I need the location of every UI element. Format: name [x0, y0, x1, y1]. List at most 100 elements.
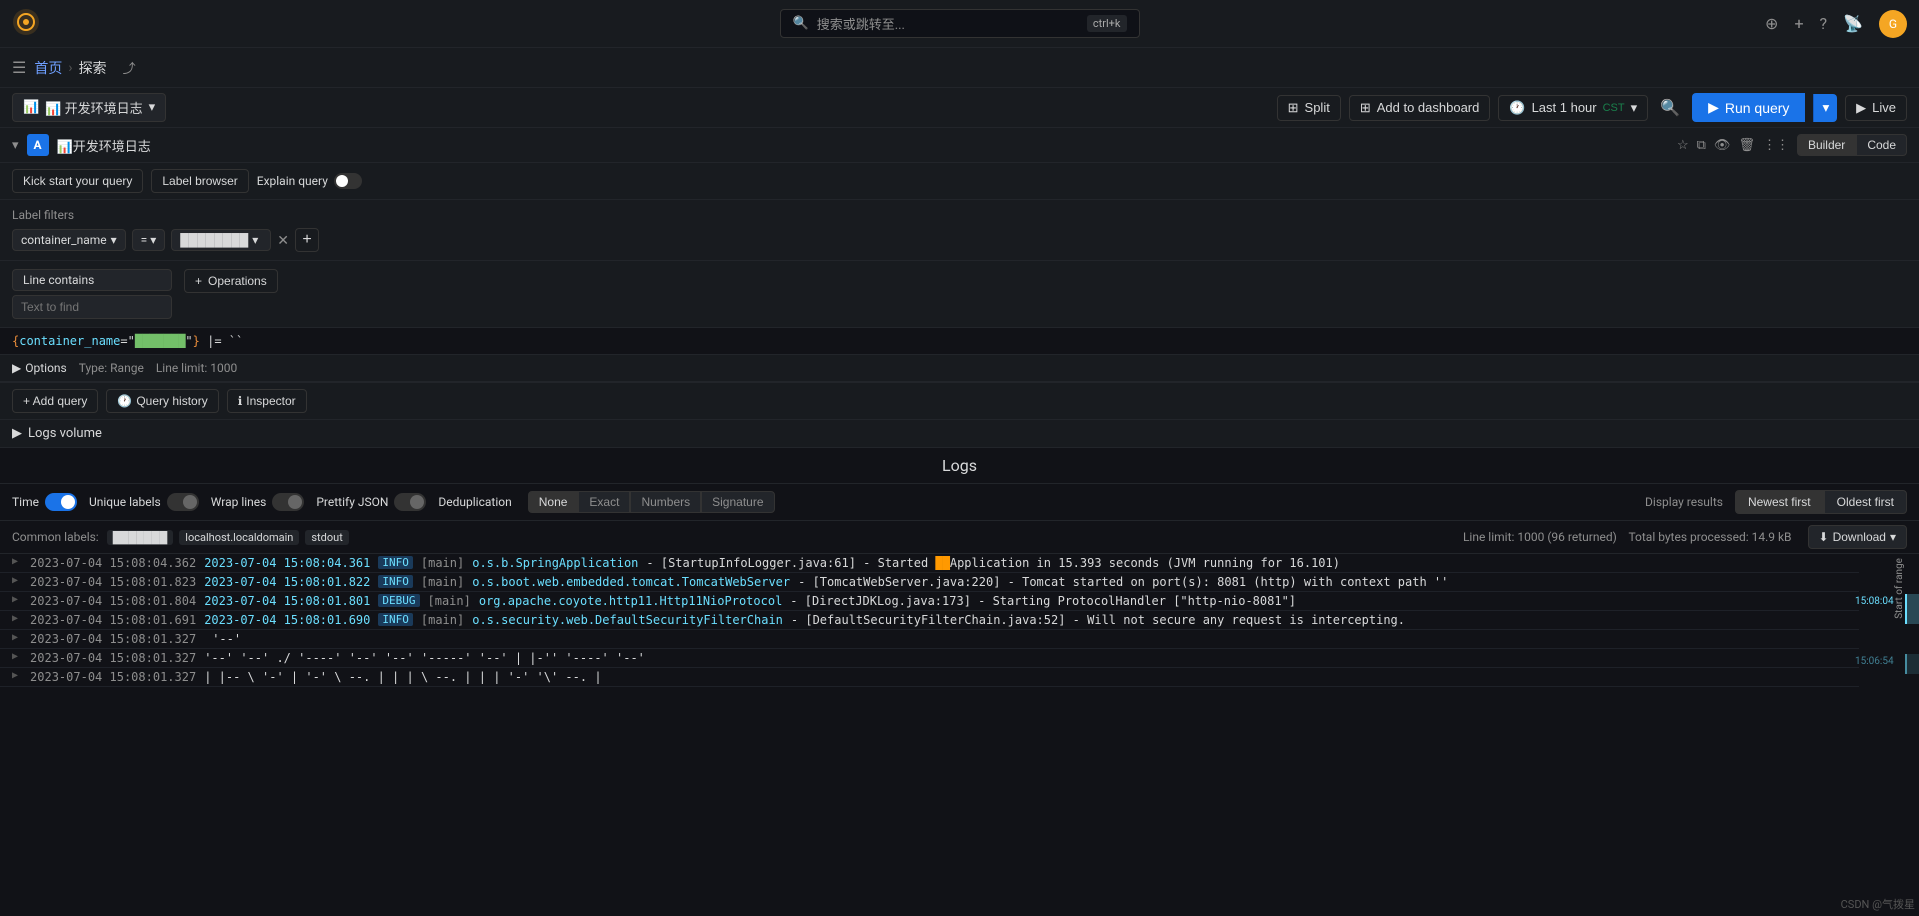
explain-query-switch[interactable] — [334, 173, 362, 189]
log-expand-arrow[interactable]: ▶ — [12, 651, 18, 662]
log-timestamp-local: 2023-07-04 15:08:04.362 — [30, 556, 196, 570]
run-query-button[interactable]: ▶ Run query — [1692, 93, 1805, 122]
filter-add-button[interactable]: + — [295, 228, 319, 252]
wrap-lines-toggle[interactable] — [272, 493, 304, 511]
log-expand-arrow[interactable]: ▶ — [12, 613, 18, 624]
unique-labels-toggle-item: Unique labels — [89, 493, 199, 511]
unique-labels-toggle[interactable] — [167, 493, 199, 511]
download-button[interactable]: ⬇ Download ▾ — [1808, 525, 1907, 549]
chevron-down-icon: ▾ — [149, 100, 156, 115]
zoom-out-button[interactable]: 🔍 — [1656, 94, 1684, 122]
scrollbar-time-1: 15:08:04 — [1855, 596, 1894, 607]
common-label-tag-2: localhost.localdomain — [179, 530, 299, 545]
log-expand-arrow[interactable]: ▶ — [12, 594, 18, 605]
query-letter: A — [27, 134, 49, 156]
options-expand[interactable]: ▶ Options — [12, 361, 67, 375]
logs-volume-label: Logs volume — [28, 426, 102, 441]
log-expand-arrow[interactable]: ▶ — [12, 575, 18, 586]
limit-info: Line limit: 1000 (96 returned) Total byt… — [1463, 530, 1792, 544]
log-entry[interactable]: ▶ 2023-07-04 15:08:01.327 '--' '--' ./ '… — [0, 649, 1859, 668]
log-timestamp-accent: 2023-07-04 15:08:01.690 — [204, 613, 370, 627]
filter-op-value: = — [141, 233, 148, 247]
filter-value-selector[interactable]: ████████ ▾ — [171, 229, 271, 251]
sort-tabs: Newest first Oldest first — [1735, 490, 1907, 514]
log-entry[interactable]: ▶ 2023-07-04 15:08:01.327 '--' — [0, 630, 1859, 649]
operations-button[interactable]: + Operations — [184, 269, 278, 293]
kick-start-button[interactable]: Kick start your query — [12, 169, 143, 193]
log-expand-arrow[interactable]: ▶ — [12, 670, 18, 681]
share-icon[interactable]: ⤴ — [123, 58, 136, 77]
prettify-json-toggle[interactable] — [394, 493, 426, 511]
datasource-selector[interactable]: 📊 📊 开发环境日志 ▾ — [12, 93, 166, 122]
search-shortcut: ctrl+k — [1087, 15, 1127, 32]
star-icon[interactable]: ☆ — [1677, 138, 1689, 153]
filter-clear-button[interactable]: ✕ — [277, 232, 289, 249]
query-history-button[interactable]: 🕐 Query history — [106, 389, 218, 413]
log-timestamp-accent: 2023-07-04 15:08:04.361 — [204, 556, 370, 570]
time-toggle-label: Time — [12, 495, 39, 509]
copy-icon[interactable]: ⧉ — [1697, 138, 1706, 153]
inspector-button[interactable]: ℹ Inspector — [227, 389, 307, 413]
log-entry[interactable]: ▶ 2023-07-04 15:08:01.327 | |-- \ '-' | … — [0, 668, 1859, 687]
global-search[interactable]: 🔍 搜索或跳转至... ctrl+k — [780, 9, 1140, 38]
add-to-dashboard-button[interactable]: ⊞ Add to dashboard — [1349, 95, 1491, 121]
display-results-label: Display results — [1645, 495, 1723, 509]
time-toggle-knob — [61, 495, 75, 509]
log-timestamp-accent: 2023-07-04 15:08:01.801 — [204, 594, 370, 608]
log-entry[interactable]: ▶ 2023-07-04 15:08:04.362 2023-07-04 15:… — [0, 554, 1859, 573]
dedup-tab-exact[interactable]: Exact — [578, 491, 630, 513]
live-button[interactable]: ▶ Live — [1845, 95, 1907, 121]
home-link[interactable]: 首页 — [34, 58, 62, 78]
trash-icon[interactable]: 🗑 — [1738, 138, 1755, 153]
log-message: '--' '--' ./ '----' '--' '--' '-----' '-… — [204, 651, 1847, 665]
user-avatar[interactable]: G — [1879, 10, 1907, 38]
prettify-json-knob — [410, 495, 424, 509]
split-button[interactable]: ⊞ Split — [1277, 95, 1341, 121]
main-content: 📊 📊 开发环境日志 ▾ ⊞ Split ⊞ Add to dashboard … — [0, 88, 1919, 916]
live-label: Live — [1872, 100, 1896, 115]
log-entry[interactable]: ▶ 2023-07-04 15:08:01.691 2023-07-04 15:… — [0, 611, 1859, 630]
line-contains-label[interactable]: Line contains — [12, 269, 172, 291]
unique-labels-label: Unique labels — [89, 495, 161, 509]
add-panel-icon[interactable]: ⊕ — [1765, 14, 1778, 33]
timezone-label: CST — [1603, 102, 1625, 114]
download-icon: ⬇ — [1819, 530, 1829, 544]
time-range-button[interactable]: 🕐 Last 1 hour CST ▾ — [1498, 95, 1648, 121]
run-query-dropdown[interactable]: ▾ — [1813, 94, 1837, 122]
add-icon[interactable]: + — [1794, 14, 1803, 33]
time-toggle[interactable] — [45, 493, 77, 511]
text-to-find-input[interactable] — [12, 295, 172, 319]
unique-labels-knob — [183, 495, 197, 509]
log-expand-arrow[interactable]: ▶ — [12, 632, 18, 643]
log-entry[interactable]: ▶ 2023-07-04 15:08:01.804 2023-07-04 15:… — [0, 592, 1859, 611]
prettify-json-toggle-item: Prettify JSON — [316, 493, 426, 511]
newest-first-tab[interactable]: Newest first — [1735, 490, 1824, 514]
builder-tab[interactable]: Builder — [1797, 134, 1856, 156]
logs-volume-section: ▶ Logs volume — [0, 420, 1919, 448]
eye-icon[interactable]: 👁 — [1714, 138, 1731, 153]
dedup-tab-none[interactable]: None — [528, 491, 579, 513]
dedup-tab-numbers[interactable]: Numbers — [630, 491, 701, 513]
log-expand-arrow[interactable]: ▶ — [12, 556, 18, 567]
options-type: Type: Range — [79, 361, 144, 375]
live-icon: ▶ — [1856, 100, 1866, 116]
filter-key-selector[interactable]: container_name ▾ — [12, 229, 126, 251]
logs-volume-header[interactable]: ▶ Logs volume — [12, 426, 1907, 441]
dedup-tab-signature[interactable]: Signature — [701, 491, 774, 513]
label-browser-button[interactable]: Label browser — [151, 169, 248, 193]
add-query-button[interactable]: + Add query — [12, 389, 98, 413]
notifications-icon[interactable]: 📡 — [1843, 14, 1863, 33]
oldest-first-tab[interactable]: Oldest first — [1824, 490, 1907, 514]
help-icon[interactable]: ? — [1820, 14, 1828, 33]
filter-value-text: ████████ — [180, 233, 248, 247]
filter-op-selector[interactable]: = ▾ — [132, 229, 166, 251]
log-timestamp-local: 2023-07-04 15:08:01.804 — [30, 594, 196, 608]
hamburger-icon[interactable]: ☰ — [12, 58, 26, 77]
log-entry[interactable]: ▶ 2023-07-04 15:08:01.823 2023-07-04 15:… — [0, 573, 1859, 592]
scrollbar-time-2: 15:06:54 — [1855, 656, 1894, 667]
more-icon[interactable]: ⋮⋮ — [1763, 138, 1789, 153]
filter-op-chevron: ▾ — [150, 233, 156, 247]
code-tab[interactable]: Code — [1856, 134, 1907, 156]
collapse-button[interactable]: ▾ — [12, 138, 19, 153]
download-chevron: ▾ — [1890, 530, 1896, 544]
